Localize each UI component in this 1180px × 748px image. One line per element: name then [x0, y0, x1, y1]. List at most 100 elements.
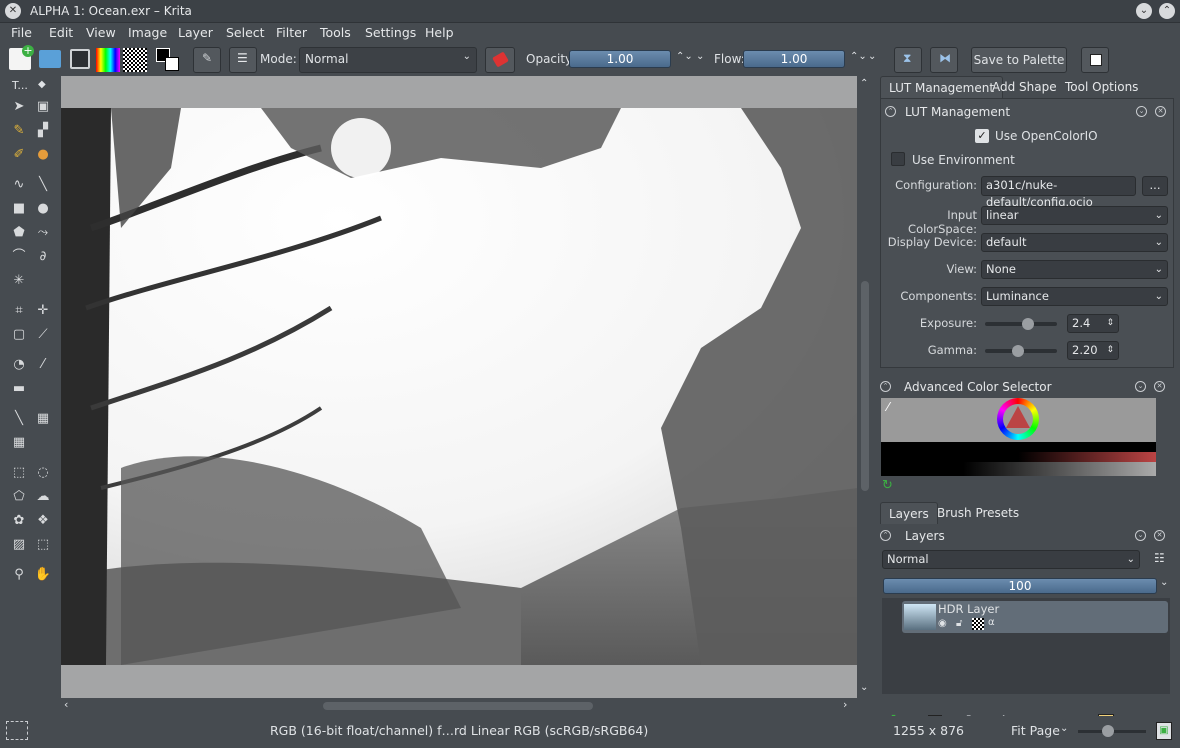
exposure-slider[interactable]	[985, 318, 1057, 330]
gradient-icon[interactable]	[96, 48, 120, 72]
multibrush-icon[interactable]: ▞	[34, 122, 52, 140]
browse-button[interactable]: ...	[1142, 176, 1168, 196]
color-picker-icon[interactable]: ⁄	[887, 400, 889, 414]
menu-file[interactable]: File	[11, 25, 32, 40]
chevron-down-icon[interactable]: ⌄	[696, 51, 704, 62]
eraser-mode-icon[interactable]	[485, 47, 515, 73]
zoom-slider[interactable]	[1078, 725, 1146, 737]
toolbox-float-icon[interactable]: ◆	[38, 79, 46, 90]
select-shapes-icon[interactable]: ➤	[10, 98, 28, 116]
path-tool-icon[interactable]: ⌒	[10, 248, 28, 266]
smart-patch-icon[interactable]: ◔	[10, 356, 28, 374]
lock-icon[interactable]: 🔓︎	[956, 618, 962, 629]
menu-edit[interactable]: Edit	[49, 25, 73, 40]
pan-tool-icon[interactable]: ✋	[34, 566, 52, 584]
gradient-tool-icon[interactable]: ▬	[10, 380, 28, 398]
dynamic-brush-icon[interactable]: ✐	[10, 146, 28, 164]
new-document-icon[interactable]: +	[9, 45, 34, 70]
ellipse-tool-icon[interactable]: ●	[34, 200, 52, 218]
magnetic-select-icon[interactable]: ⬚	[34, 536, 52, 554]
layer-view-icon[interactable]: ☷	[1154, 551, 1165, 565]
crop-tool-icon[interactable]: ⌗	[10, 302, 28, 320]
canvas-only-icon[interactable]: ▣	[1156, 722, 1172, 740]
float-icon[interactable]: ⌄	[1136, 106, 1147, 117]
bezier-icon[interactable]: ∿	[10, 176, 28, 194]
menu-image[interactable]: Image	[128, 25, 167, 40]
maximize-icon[interactable]: ⌃	[1159, 3, 1175, 19]
brush-editor-icon[interactable]: ☰	[229, 47, 257, 73]
opacity-slider[interactable]: 1.00	[569, 50, 671, 68]
spin-arrows-icon[interactable]: ⇕	[1106, 315, 1114, 332]
scroll-down-icon[interactable]: ⌄	[860, 682, 868, 693]
use-environment-checkbox[interactable]	[891, 152, 905, 166]
float-icon[interactable]: ⌄	[1135, 530, 1146, 541]
shade-strip[interactable]	[881, 442, 1156, 452]
polyline-tool-icon[interactable]: ⤳	[34, 224, 52, 242]
gamma-slider-handle[interactable]	[1012, 345, 1024, 357]
alpha-lock-icon[interactable]	[972, 618, 984, 630]
save-icon[interactable]	[70, 49, 90, 69]
menu-select[interactable]: Select	[226, 25, 265, 40]
input-colorspace-select[interactable]: linear ⌄	[981, 206, 1168, 225]
perspective-grid-icon[interactable]: ▦	[34, 410, 52, 428]
close-icon[interactable]: ✕	[1154, 381, 1165, 392]
pattern-icon[interactable]	[123, 48, 147, 72]
color-swap-icon[interactable]	[156, 48, 182, 72]
color-selector-canvas[interactable]: ⁄	[881, 398, 1156, 476]
minimize-icon[interactable]: ⌄	[1136, 3, 1152, 19]
layer-name[interactable]: HDR Layer	[938, 602, 999, 616]
shade-strip[interactable]	[881, 452, 1156, 462]
selection-display-icon[interactable]	[6, 721, 28, 740]
float-icon[interactable]: ⌄	[1135, 381, 1146, 392]
scroll-left-icon[interactable]: ‹	[64, 698, 68, 711]
flow-slider[interactable]: 1.00	[743, 50, 845, 68]
mirror-vertical-icon[interactable]: ⧓	[930, 47, 958, 73]
chevron-down-icon[interactable]: ⌄	[868, 51, 876, 62]
line-tool-icon[interactable]: ╲	[34, 176, 52, 194]
freehand-path-icon[interactable]: ∂	[34, 248, 52, 266]
fill-tool-icon[interactable]: ●	[34, 146, 52, 164]
view-select[interactable]: None ⌄	[981, 260, 1168, 279]
text-tool-icon[interactable]: ▣	[34, 98, 52, 116]
tab-brush-presets[interactable]: Brush Presets	[929, 502, 1027, 524]
shade-strip[interactable]	[881, 462, 1156, 476]
menu-view[interactable]: View	[86, 25, 116, 40]
canvas-image[interactable]	[61, 108, 857, 665]
workspace-icon[interactable]	[1081, 47, 1109, 73]
brush-preset-icon[interactable]: ✎	[193, 47, 221, 73]
ellipse-select-icon[interactable]: ◌	[34, 464, 52, 482]
configuration-field[interactable]: a301c/nuke-default/config.ocio	[981, 176, 1136, 209]
horizontal-scroll-thumb[interactable]	[323, 702, 593, 710]
chevron-down-icon[interactable]: ⌄	[1160, 577, 1168, 588]
menu-help[interactable]: Help	[425, 25, 454, 40]
layer-blend-select[interactable]: Normal ⌄	[882, 550, 1140, 569]
freehand-brush-icon[interactable]: ✎	[10, 122, 28, 140]
opacity-spin-icon[interactable]: ⌃⌄	[676, 51, 693, 62]
rectangle-tool-icon[interactable]: ■	[10, 200, 28, 218]
tab-add-shape[interactable]: Add Shape	[984, 76, 1065, 98]
chevron-down-icon[interactable]: ⌄	[1060, 723, 1068, 734]
contiguous-select-icon[interactable]: ✿	[10, 512, 28, 530]
rect-select-icon[interactable]: ⬚	[10, 464, 28, 482]
open-document-icon[interactable]	[39, 50, 61, 68]
hue-ring[interactable]	[997, 398, 1039, 440]
gamma-slider[interactable]	[985, 345, 1057, 357]
inherit-alpha-icon[interactable]: α	[988, 617, 995, 628]
menu-layer[interactable]: Layer	[178, 25, 213, 40]
menu-tools[interactable]: Tools	[320, 25, 351, 40]
close-icon[interactable]: ✕	[1154, 530, 1165, 541]
layer-row[interactable]: HDR Layer ◉ 🔓︎ α	[902, 601, 1168, 633]
display-device-select[interactable]: default ⌄	[981, 233, 1168, 252]
scroll-up-icon[interactable]: ⌃	[860, 78, 868, 89]
canvas-area[interactable]	[61, 76, 857, 698]
mode-select[interactable]: Normal ⌄	[299, 47, 477, 73]
grid-tool-icon[interactable]: ▦	[10, 434, 28, 452]
collapse-icon[interactable]: ⌃	[885, 106, 896, 117]
menu-filter[interactable]: Filter	[276, 25, 307, 40]
transform-tool-icon[interactable]: ▢	[10, 326, 28, 344]
eyedropper-icon[interactable]: ⁄	[34, 356, 52, 374]
layer-opacity-slider[interactable]: 100	[883, 578, 1157, 594]
measure-tool-icon[interactable]: ⟋	[34, 326, 52, 344]
horizontal-scrollbar[interactable]: ‹ ›	[61, 698, 857, 714]
assistant-tool-icon[interactable]: ╲	[10, 410, 28, 428]
